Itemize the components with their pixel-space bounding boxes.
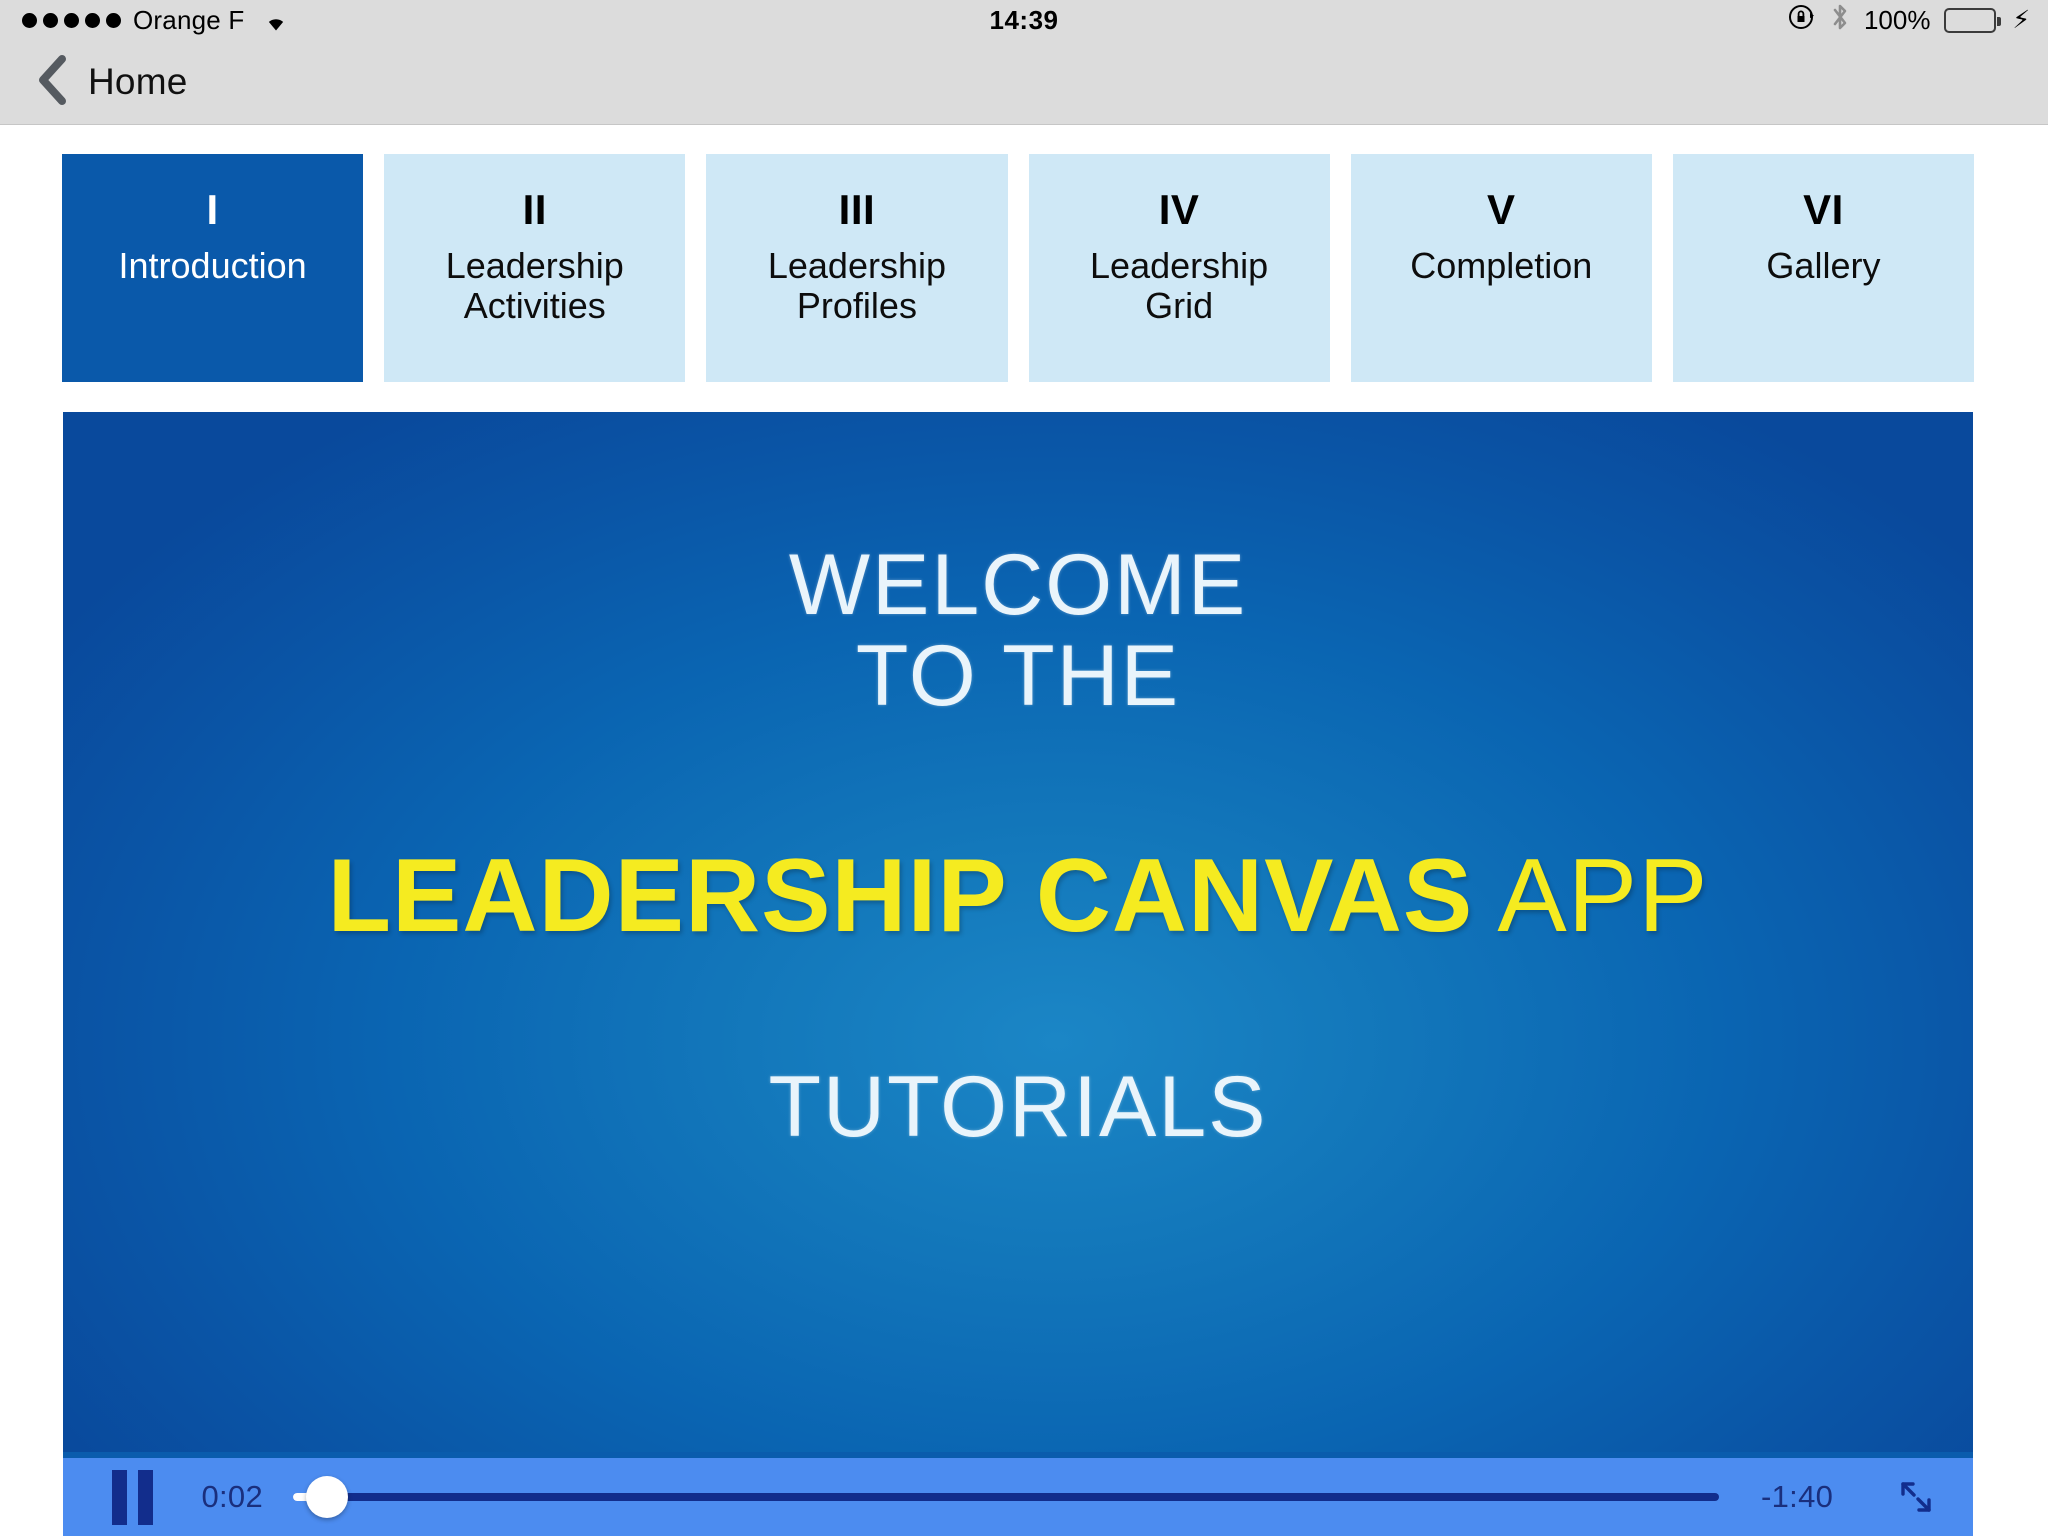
tab-completion[interactable]: V Completion [1350,154,1652,382]
remaining-time-label: -1:40 [1761,1479,1834,1514]
tab-numeral: V [1487,186,1516,233]
tab-label: Completion [1410,245,1593,287]
tab-numeral: II [522,186,547,233]
tab-label: Leadership Grid [1090,245,1269,327]
tab-label: Leadership Activities [445,245,624,327]
tab-label: Leadership Profiles [767,245,946,327]
back-button[interactable]: Home [0,54,188,111]
video-player[interactable]: WELCOME TO THE LEADERSHIP CANVAS APP TUT… [63,412,1973,1536]
tab-label: Introduction [118,245,307,287]
tab-label: Gallery [1766,245,1881,287]
video-control-bar: 0:02 -1:40 [63,1452,1973,1536]
video-scrubber[interactable] [293,1467,1719,1527]
brand-name-bold: LEADERSHIP CANVAS [327,838,1474,955]
pause-icon-bar-left [111,1469,127,1525]
tab-leadership-profiles[interactable]: III Leadership Profiles [706,154,1008,382]
battery-icon [1944,7,2002,33]
tab-numeral: IV [1158,186,1200,233]
bluetooth-icon [1830,2,1850,39]
tab-numeral: VI [1803,186,1844,233]
status-bar-clock: 14:39 [989,4,1059,35]
pause-button[interactable] [93,1467,171,1527]
lightning-bolt-icon: ⚡ [2012,5,2030,34]
scrubber-track [293,1493,1719,1501]
video-slide-brand: LEADERSHIP CANVAS APP [327,844,1708,948]
status-bar: Orange F 14:39 100% ⚡ [0,0,2048,40]
tab-leadership-activities[interactable]: II Leadership Activities [384,154,686,382]
video-slide-subheading: TUTORIALS [768,1059,1268,1156]
navigation-bar: Home [0,40,2048,125]
pause-icon-bar-right [137,1469,153,1525]
status-bar-right: 100% ⚡ [1788,2,2030,39]
back-button-label: Home [88,61,188,102]
tab-leadership-grid[interactable]: IV Leadership Grid [1028,154,1330,382]
rotation-lock-icon [1788,3,1816,38]
elapsed-time-label: 0:02 [201,1479,263,1514]
tab-numeral: III [838,186,876,233]
app-screen: Orange F 14:39 100% ⚡ Home I Introductio… [0,0,2048,1536]
video-frame: WELCOME TO THE LEADERSHIP CANVAS APP TUT… [63,412,1973,1536]
brand-name-light: APP [1473,838,1709,955]
tab-numeral: I [206,186,219,233]
tab-introduction[interactable]: I Introduction [62,154,364,382]
scrubber-thumb[interactable] [306,1476,349,1518]
section-tab-strip: I Introduction II Leadership Activities … [62,154,1975,382]
battery-percentage-label: 100% [1863,4,1931,35]
tab-gallery[interactable]: VI Gallery [1672,154,1975,382]
chevron-left-icon [36,54,68,111]
video-slide-heading: WELCOME TO THE [788,537,1248,725]
fullscreen-expand-icon[interactable] [1885,1467,1947,1527]
